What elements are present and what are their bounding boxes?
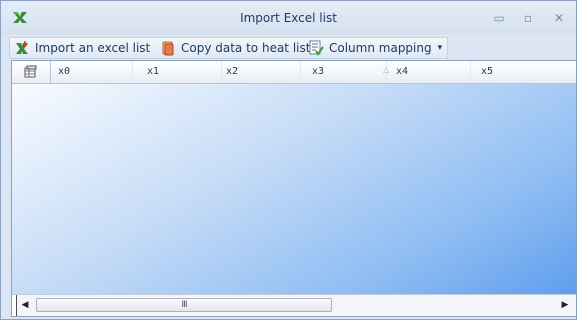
scrollbar-thumb[interactable]: III — [36, 298, 332, 312]
copy-icon — [162, 41, 174, 56]
column-header-x3[interactable]: x3 — [304, 61, 387, 83]
column-mapping-dropdown[interactable]: Column mapping ▾ — [308, 38, 442, 58]
chevron-down-icon: ▾ — [437, 43, 443, 53]
import-excel-label: Import an excel list — [35, 41, 151, 55]
title-bar[interactable]: Import Excel list ▭ ▫ ✕ — [1, 1, 576, 34]
import-excel-window: Import Excel list ▭ ▫ ✕ Import an excel … — [0, 0, 577, 320]
column-header-x0[interactable]: x0 — [50, 61, 133, 83]
column-chooser-icon — [24, 65, 37, 78]
grid-header: x0 x1 x2 x3 △ x4 x5 — [12, 61, 576, 84]
grid-empty-area[interactable] — [12, 84, 576, 294]
maximize-button[interactable]: ▫ — [516, 9, 540, 27]
grid-corner-button[interactable] — [12, 61, 51, 83]
column-header-x1[interactable]: x1 — [139, 61, 222, 83]
data-grid: x0 x1 x2 x3 △ x4 x5 ◀ III ▶ — [11, 60, 577, 317]
column-header-x4[interactable]: x4 — [388, 61, 471, 83]
excel-import-icon — [16, 41, 28, 54]
column-mapping-icon — [309, 40, 324, 56]
import-excel-button[interactable]: Import an excel list — [14, 38, 150, 58]
horizontal-scrollbar[interactable]: ◀ III ▶ — [12, 294, 576, 316]
column-header-x2[interactable]: x2 — [218, 61, 301, 83]
scrollbar-grip-icon: III — [181, 300, 188, 310]
column-header-x5[interactable]: x5 — [473, 61, 576, 83]
copy-to-heat-list-button[interactable]: Copy data to heat list — [160, 38, 310, 58]
scroll-right-arrow-icon[interactable]: ▶ — [557, 297, 573, 313]
column-mapping-label: Column mapping — [329, 41, 432, 55]
scroll-left-arrow-icon[interactable]: ◀ — [17, 297, 33, 313]
minimize-button[interactable]: ▭ — [487, 9, 511, 27]
toolbar: Import an excel list Copy data to heat l… — [9, 37, 448, 59]
copy-to-heat-list-label: Copy data to heat list — [181, 41, 311, 55]
close-button[interactable]: ✕ — [547, 9, 571, 27]
